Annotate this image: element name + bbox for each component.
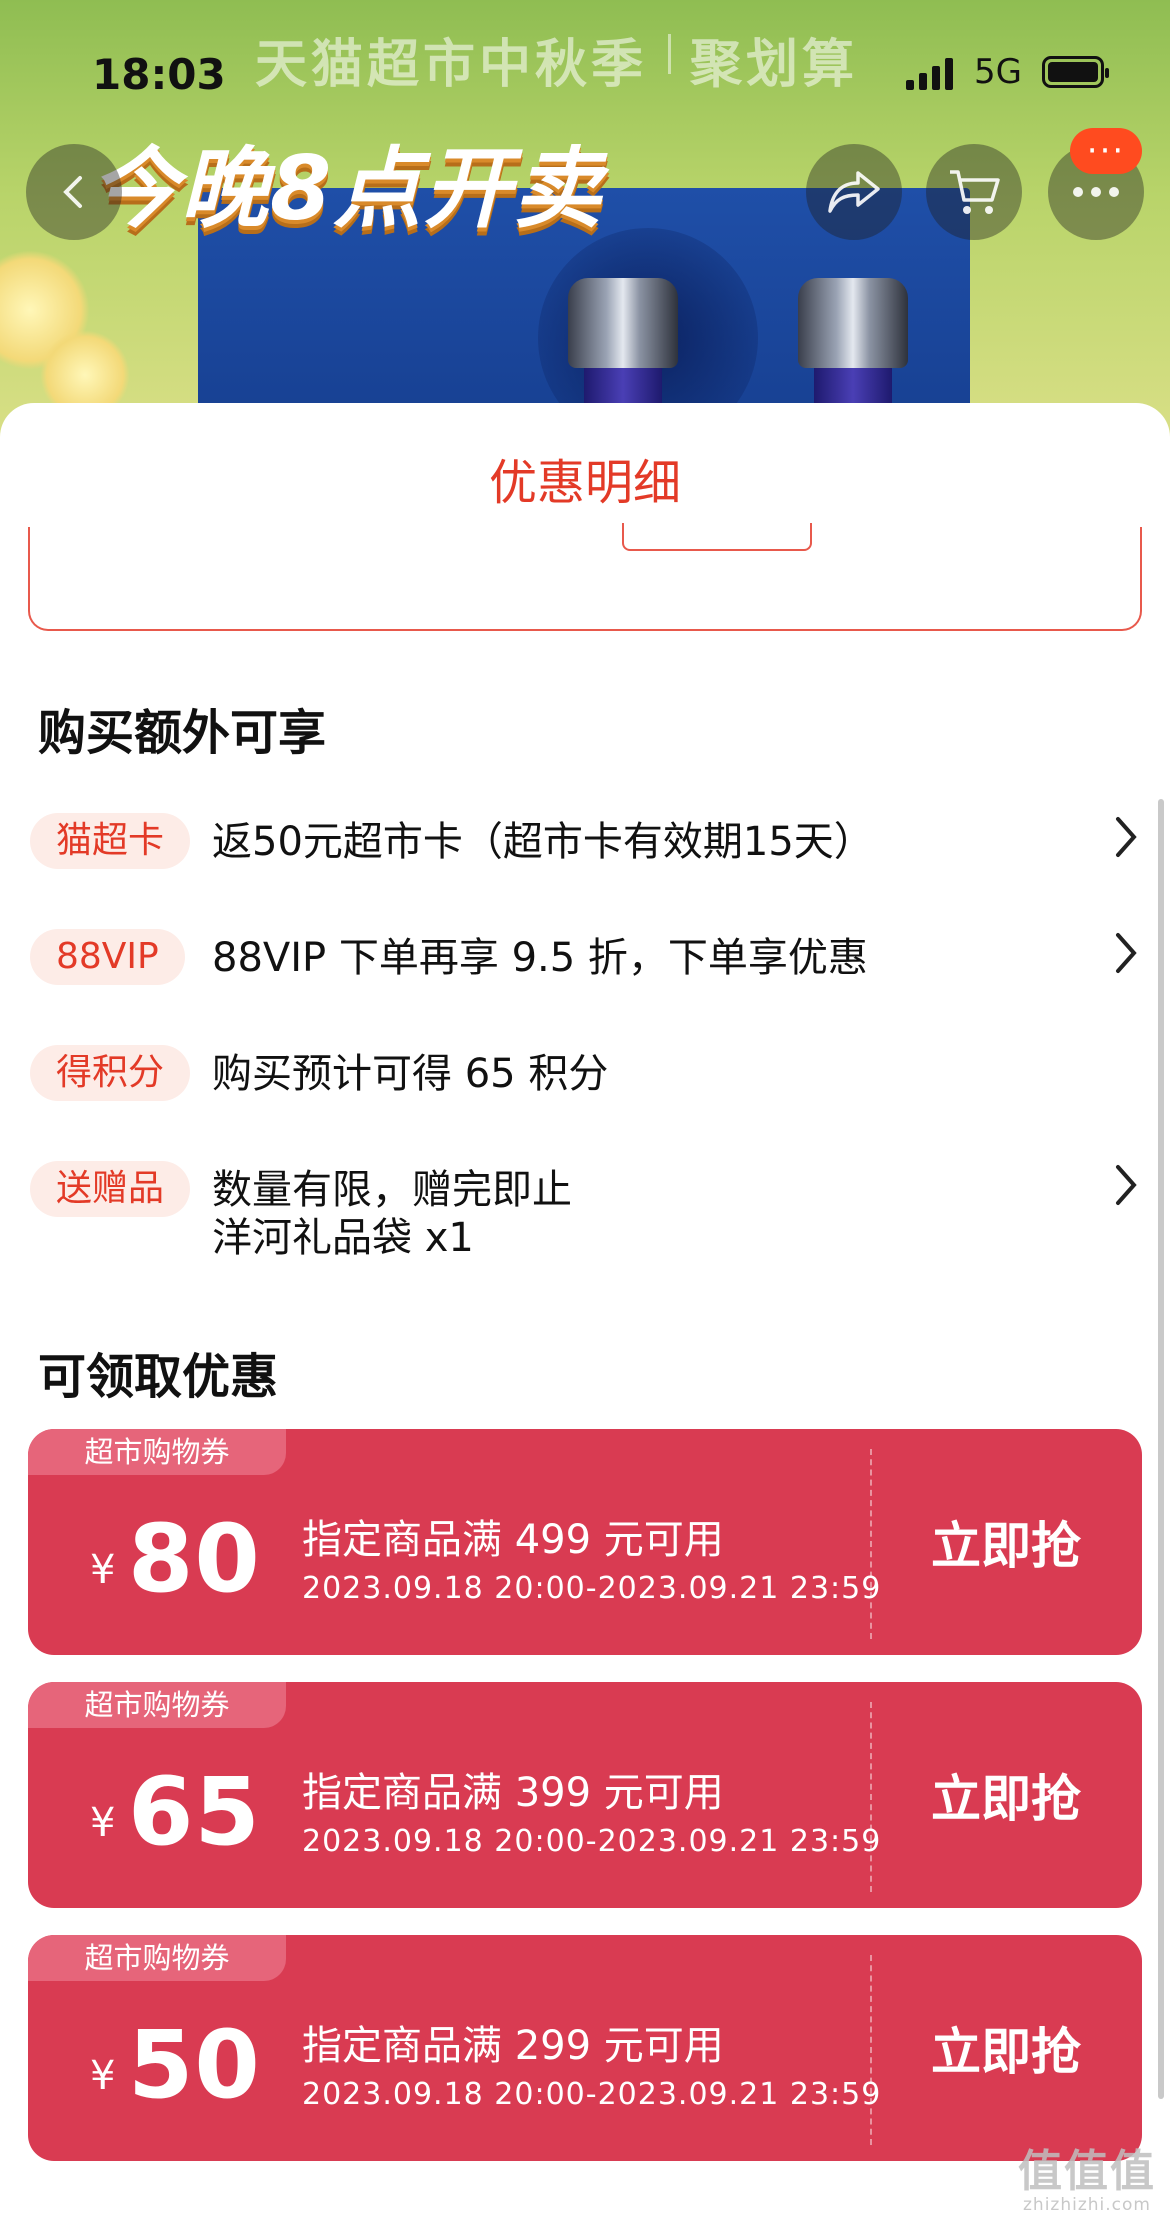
coupon-ribbon: 超市购物券 (28, 1935, 286, 1981)
coupon-card: 超市购物券 ¥ 65 指定商品满 399 元可用 2023.09.18 20:0… (28, 1682, 1142, 1908)
battery-icon (1042, 56, 1109, 88)
coupon-card: 超市购物券 ¥ 80 指定商品满 499 元可用 2023.09.18 20:0… (28, 1429, 1142, 1655)
coupon-card: 超市购物券 ¥ 50 指定商品满 299 元可用 2023.09.18 20:0… (28, 1935, 1142, 2161)
cart-button[interactable] (926, 144, 1022, 240)
banner-divider (668, 34, 671, 74)
grab-coupon-button[interactable]: 立即抢 (870, 1682, 1142, 1908)
coupon-period: 2023.09.18 20:00-2023.09.21 23:59 (302, 1824, 882, 1859)
coupon-ribbon: 超市购物券 (28, 1429, 286, 1475)
sheet-title: 优惠明细 (488, 455, 681, 511)
watermark-url: zhizhizhi.com (1023, 2195, 1151, 2215)
benefit-subtext: 洋河礼品袋 x1 (212, 1215, 474, 1261)
message-badge: ··· (1070, 128, 1142, 174)
network-label: 5G (974, 52, 1022, 92)
benefit-row-supermarket-card[interactable]: 猫超卡 返50元超市卡（超市卡有效期15天） (30, 813, 1140, 873)
benefit-row-points: 得积分 购买预计可得 65 积分 (30, 1045, 1140, 1105)
benefit-tag: 送赠品 (30, 1161, 191, 1217)
chevron-left-icon (63, 176, 82, 208)
back-button[interactable] (26, 144, 122, 240)
currency-symbol: ¥ (90, 1800, 116, 1846)
banner-brand: 聚划算 (690, 35, 859, 95)
coupon-period: 2023.09.18 20:00-2023.09.21 23:59 (302, 2077, 882, 2112)
coupon-condition: 指定商品满 399 元可用 (302, 1770, 724, 1816)
benefit-tag: 得积分 (30, 1045, 191, 1101)
previous-card-button[interactable] (622, 523, 812, 551)
coupon-period: 2023.09.18 20:00-2023.09.21 23:59 (302, 1571, 882, 1606)
grab-coupon-button[interactable]: 立即抢 (870, 1429, 1142, 1655)
grab-coupon-button[interactable]: 立即抢 (870, 1935, 1142, 2161)
coupon-amount: 80 (128, 1505, 261, 1614)
share-icon (828, 171, 880, 213)
benefit-row-88vip[interactable]: 88VIP 88VIP 下单再享 9.5 折，下单享优惠 (30, 929, 1140, 989)
coupon-condition: 指定商品满 499 元可用 (302, 1517, 724, 1563)
benefit-text: 88VIP 下单再享 9.5 折，下单享优惠 (212, 935, 868, 981)
benefit-text: 返50元超市卡（超市卡有效期15天） (212, 819, 874, 865)
benefit-tag: 猫超卡 (30, 813, 191, 869)
benefit-text: 购买预计可得 65 积分 (212, 1051, 609, 1097)
share-button[interactable] (806, 144, 902, 240)
extra-benefits-title: 购买额外可享 (38, 705, 327, 761)
coupon-section-title: 可领取优惠 (38, 1349, 279, 1405)
chevron-right-icon (1116, 933, 1137, 973)
status-time: 18:03 (92, 50, 226, 99)
coupon-condition: 指定商品满 299 元可用 (302, 2023, 724, 2069)
benefit-row-gift[interactable]: 送赠品 数量有限，赠完即止 洋河礼品袋 x1 (30, 1161, 1140, 1271)
banner-title: 天猫超市中秋季 (255, 35, 648, 95)
coupon-amount: 50 (128, 2011, 261, 2120)
more-icon (1073, 187, 1119, 197)
benefit-tag: 88VIP (30, 929, 185, 985)
coupon-amount: 65 (128, 1758, 261, 1867)
chevron-right-icon (1116, 1165, 1137, 1205)
cart-icon (950, 170, 1000, 214)
currency-symbol: ¥ (90, 2053, 116, 2099)
coupon-ribbon: 超市购物券 (28, 1682, 286, 1728)
banner-slogan: 今晚8点开卖 (90, 137, 604, 240)
previous-card-bottom (28, 523, 1142, 631)
currency-symbol: ¥ (90, 1547, 116, 1593)
watermark: 值值值 zhizhizhi.com (1018, 2135, 1156, 2215)
watermark-logo: 值值值 (1018, 2146, 1156, 2197)
scrollbar[interactable] (1158, 799, 1164, 2099)
benefit-text: 数量有限，赠完即止 (212, 1167, 572, 1213)
signal-icon (906, 56, 953, 90)
chevron-right-icon (1116, 817, 1137, 857)
discount-detail-sheet: 优惠明细 购买额外可享 猫超卡 返50元超市卡（超市卡有效期15天） 88VIP… (0, 403, 1170, 2221)
